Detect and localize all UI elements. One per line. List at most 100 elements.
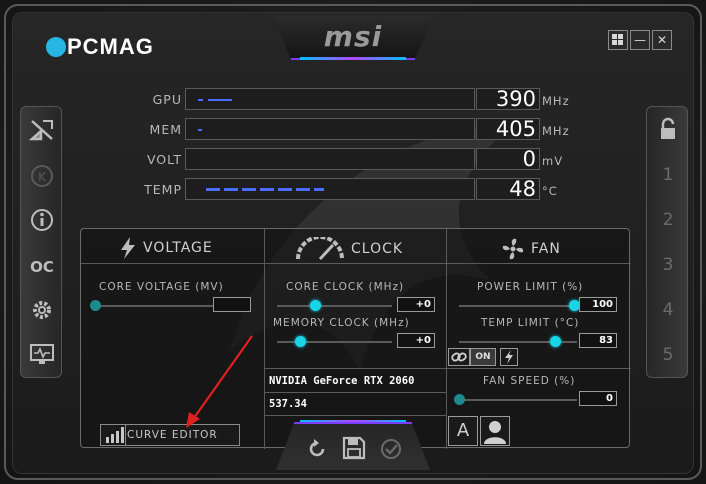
gpu-name: NVIDIA GeForce RTX 2060	[269, 375, 415, 387]
profile-5-button[interactable]: 5	[647, 345, 689, 365]
core-clock-value[interactable]: +0	[397, 297, 435, 312]
close-button[interactable]: ✕	[652, 30, 672, 50]
afterburner-window: PCMAG msi — ✕ K OC 1 2 3 4 5 GPU 390 MHz…	[0, 0, 706, 484]
fan-auto-button[interactable]: A	[448, 416, 478, 446]
voltage-header: VOLTAGE	[119, 237, 213, 259]
clock-info-divider	[264, 392, 446, 393]
pcmag-circle-icon	[46, 37, 66, 57]
voltage-title: VOLTAGE	[143, 240, 213, 256]
link-button[interactable]	[448, 348, 470, 366]
power-limit-track[interactable]	[459, 305, 577, 307]
volt-unit: mV	[542, 154, 564, 168]
memory-clock-label: MEMORY CLOCK (MHz)	[273, 317, 410, 329]
temp-limit-value[interactable]: 83	[579, 333, 617, 348]
fan-title: FAN	[531, 241, 561, 257]
temp-label: TEMP	[144, 182, 182, 197]
memory-clock-value[interactable]: +0	[397, 333, 435, 348]
temp-limit-label: TEMP LIMIT (°C)	[481, 317, 580, 329]
settings-icon[interactable]	[29, 297, 55, 323]
fan-speed-track[interactable]	[459, 399, 577, 401]
speedometer-icon	[296, 237, 344, 261]
k-boost-icon[interactable]: K	[29, 163, 55, 189]
core-voltage-track[interactable]	[95, 305, 215, 307]
link-on-toggle[interactable]: ON	[470, 348, 496, 366]
temp-graph	[185, 178, 475, 200]
graph-dash	[242, 188, 256, 191]
graph-dash	[198, 129, 202, 131]
fan-icon	[502, 238, 524, 260]
graph-dash	[278, 188, 292, 191]
gpu-unit: MHz	[542, 94, 570, 108]
curve-editor-button[interactable]: CURVE EDITOR	[100, 424, 240, 446]
pcmag-text: PCMAG	[67, 34, 154, 59]
profile-1-button[interactable]: 1	[647, 165, 689, 185]
temp-limit-slider[interactable]	[550, 336, 561, 347]
bolt-button[interactable]	[500, 348, 518, 366]
power-limit-label: POWER LIMIT (%)	[477, 281, 584, 293]
memory-clock-slider[interactable]	[295, 336, 306, 347]
graph-dash	[314, 188, 324, 191]
reset-icon[interactable]	[306, 438, 328, 460]
graph-dash	[206, 188, 220, 191]
profile-3-button[interactable]: 3	[647, 255, 689, 275]
fan-header: FAN	[501, 237, 561, 261]
fan-speed-slider[interactable]	[454, 394, 465, 405]
clock-title: CLOCK	[351, 241, 404, 257]
core-voltage-slider[interactable]	[90, 300, 101, 311]
volt-label: VOLT	[146, 152, 182, 167]
mem-value: 405	[476, 118, 540, 140]
graph-dash	[224, 188, 238, 191]
bar-graph-icon	[106, 427, 124, 443]
save-icon[interactable]	[342, 436, 366, 460]
fan-speed-label: FAN SPEED (%)	[483, 375, 576, 387]
temp-value: 48	[476, 178, 540, 200]
fan-divider	[446, 368, 631, 369]
control-panel: VOLTAGE CLOCK FAN CORE VOLTAGE (MV) CORE…	[80, 228, 631, 449]
core-voltage-value[interactable]	[213, 297, 251, 312]
monitor-icon[interactable]	[29, 341, 55, 367]
core-clock-slider[interactable]	[310, 300, 321, 311]
left-sidebar: K OC	[20, 106, 62, 378]
oc-scanner-icon[interactable]	[29, 117, 55, 143]
profile-2-button[interactable]: 2	[647, 210, 689, 230]
svg-text:OC: OC	[30, 258, 54, 276]
mem-label: MEM	[149, 122, 182, 137]
gpu-label: GPU	[152, 92, 182, 107]
fan-speed-value[interactable]: 0	[579, 391, 617, 406]
windows-icon[interactable]	[608, 30, 628, 50]
gpu-value: 390	[476, 88, 540, 110]
clock-info-divider	[264, 415, 446, 416]
msi-logo: msi	[323, 20, 383, 53]
core-clock-label: CORE CLOCK (MHz)	[286, 281, 405, 293]
apply-check-icon[interactable]	[380, 438, 402, 460]
graph-dash	[198, 99, 203, 101]
info-icon[interactable]	[29, 207, 55, 233]
clock-info-divider	[264, 368, 446, 369]
graph-dash	[260, 188, 274, 191]
profile-4-button[interactable]: 4	[647, 300, 689, 320]
curve-divider	[125, 425, 126, 445]
core-clock-track[interactable]	[277, 305, 392, 307]
core-voltage-label: CORE VOLTAGE (MV)	[99, 281, 224, 293]
curve-editor-label: CURVE EDITOR	[127, 429, 218, 441]
logo-glow	[300, 57, 406, 60]
volt-graph	[185, 148, 475, 170]
bolt-icon	[505, 350, 513, 364]
minimize-button[interactable]: —	[630, 30, 650, 50]
lock-icon[interactable]	[655, 117, 681, 143]
column-divider	[446, 229, 447, 449]
user-icon	[484, 421, 506, 444]
power-limit-value[interactable]: 100	[579, 297, 617, 312]
pcmag-watermark: PCMAG	[46, 34, 154, 60]
driver-version: 537.34	[269, 398, 307, 410]
header-divider	[81, 263, 631, 264]
svg-text:K: K	[38, 170, 47, 184]
column-divider	[264, 229, 265, 449]
window-controls: — ✕	[608, 30, 672, 50]
fan-user-button[interactable]	[480, 416, 510, 446]
right-sidebar: 1 2 3 4 5	[646, 106, 688, 378]
gpu-graph	[185, 88, 475, 110]
graph-dash	[296, 188, 310, 191]
oc-icon[interactable]: OC	[29, 253, 55, 279]
mem-graph	[185, 118, 475, 140]
